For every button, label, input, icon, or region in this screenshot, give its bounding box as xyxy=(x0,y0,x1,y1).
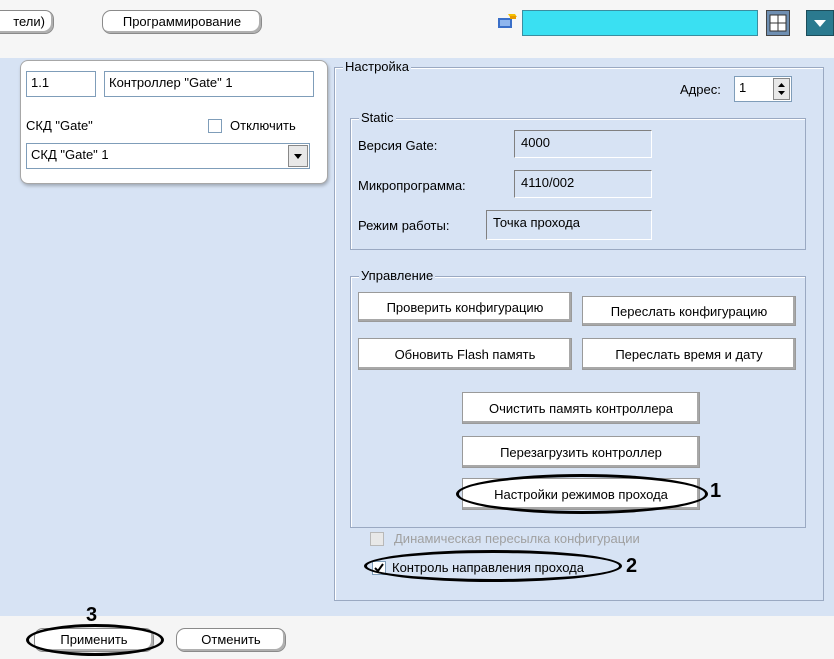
control-legend: Управление xyxy=(359,268,436,284)
address-label: Адрес: xyxy=(680,82,721,97)
gate-version-field: 4000 xyxy=(514,130,652,158)
mode-label: Режим работы: xyxy=(358,218,450,233)
callout-number-1: 1 xyxy=(710,480,722,502)
mode-field: Точка прохода xyxy=(486,210,652,240)
callout-ring-2 xyxy=(364,550,622,582)
edit-icon[interactable] xyxy=(496,12,518,32)
send-datetime-button[interactable]: Переслать время и дату xyxy=(582,338,796,370)
chevron-down-icon[interactable] xyxy=(806,10,834,36)
callout-ring-3 xyxy=(26,624,164,656)
programming-button[interactable]: Программирование xyxy=(102,10,262,34)
cancel-button[interactable]: Отменить xyxy=(176,628,286,652)
dynamic-config-label: Динамическая пересылка конфигурации xyxy=(394,531,640,546)
send-config-button[interactable]: Переслать конфигурацию xyxy=(582,296,796,326)
callout-number-2: 2 xyxy=(626,555,638,577)
settings-legend: Настройка xyxy=(343,59,411,75)
reboot-button[interactable]: Перезагрузить контроллер xyxy=(462,436,700,468)
search-field[interactable] xyxy=(522,10,758,36)
gate-version-label: Версия Gate: xyxy=(358,138,438,153)
update-flash-button[interactable]: Обновить Flash память xyxy=(358,338,572,370)
id-field[interactable]: 1.1 xyxy=(26,71,96,97)
disable-checkbox[interactable] xyxy=(208,119,222,133)
dynamic-config-checkbox[interactable] xyxy=(370,532,384,546)
firmware-label: Микропрограмма: xyxy=(358,178,466,193)
tab-partial[interactable]: тели) xyxy=(0,10,54,34)
device-select[interactable]: СКД "Gate" 1 xyxy=(26,143,310,169)
address-spinner[interactable] xyxy=(773,78,790,100)
disable-label: Отключить xyxy=(230,118,296,133)
clear-memory-button[interactable]: Очистить память контроллера xyxy=(462,392,700,424)
callout-ring-1 xyxy=(456,474,708,514)
static-legend: Static xyxy=(359,110,396,126)
dropdown-arrow-icon[interactable] xyxy=(288,145,308,167)
name-field[interactable]: Контроллер "Gate" 1 xyxy=(104,71,314,97)
grid-layout-icon[interactable] xyxy=(766,10,790,36)
firmware-field: 4110/002 xyxy=(514,170,652,198)
check-config-button[interactable]: Проверить конфигурацию xyxy=(358,292,572,322)
type-label: СКД "Gate" xyxy=(26,118,93,133)
